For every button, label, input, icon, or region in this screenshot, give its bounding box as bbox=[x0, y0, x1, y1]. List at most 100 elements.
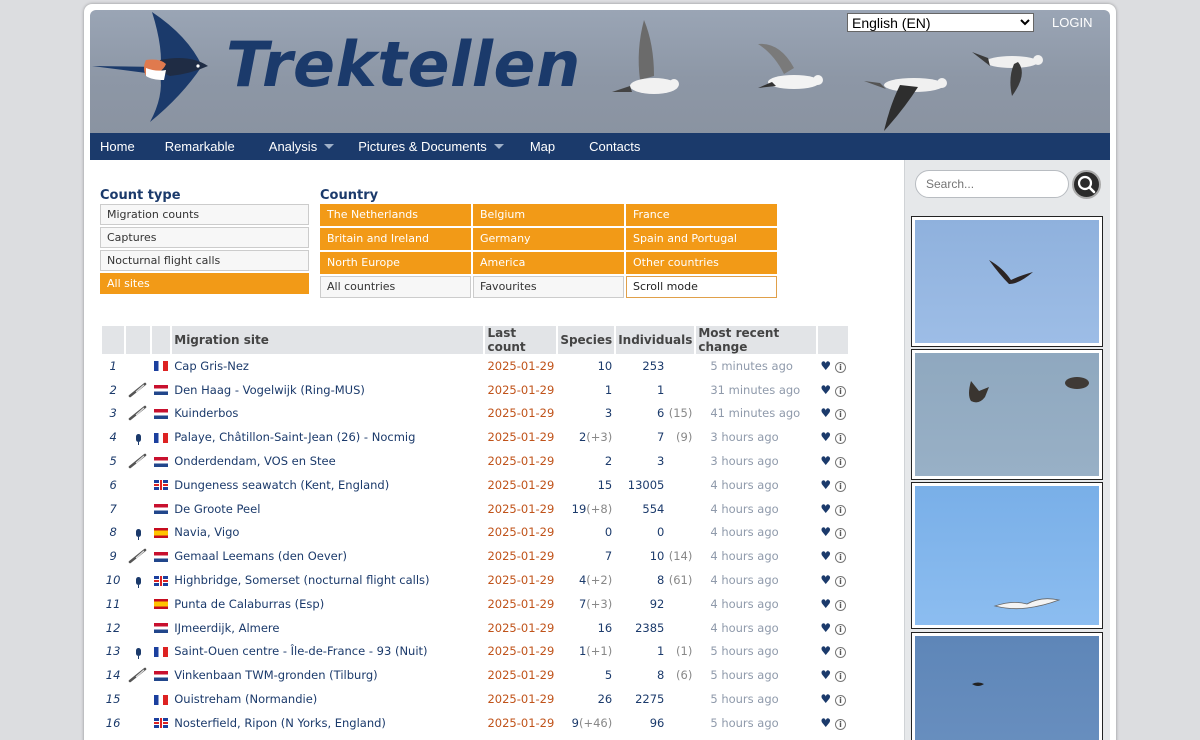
heart-icon[interactable]: ♥ bbox=[820, 525, 831, 539]
row-site-link[interactable]: Gemaal Leemans (den Oever) bbox=[172, 544, 483, 568]
row-site-link[interactable]: Cap Gris-Nez bbox=[172, 354, 483, 378]
row-favourite[interactable]: ♥ i bbox=[818, 497, 848, 521]
nav-remarkable[interactable]: Remarkable bbox=[147, 133, 247, 160]
table-row[interactable]: 4 Palaye, Châtillon-Saint-Jean (26) - Noc… bbox=[102, 425, 848, 449]
count-type-all-sites[interactable]: All sites bbox=[100, 273, 309, 294]
country-all[interactable]: All countries bbox=[320, 276, 471, 298]
country-netherlands[interactable]: The Netherlands bbox=[320, 204, 471, 226]
row-last-count[interactable]: 2025-01-29 bbox=[485, 354, 556, 378]
heart-icon[interactable]: ♥ bbox=[820, 621, 831, 635]
photo-thumbnail[interactable] bbox=[911, 632, 1103, 740]
row-last-count[interactable]: 2025-01-29 bbox=[485, 735, 556, 740]
heart-icon[interactable]: ♥ bbox=[820, 430, 831, 444]
nav-home[interactable]: Home bbox=[90, 133, 147, 160]
info-icon[interactable]: i bbox=[834, 671, 846, 683]
table-row[interactable]: 10 Highbridge, Somerset (nocturnal flight… bbox=[102, 568, 848, 592]
heart-icon[interactable]: ♥ bbox=[820, 597, 831, 611]
search-input[interactable] bbox=[915, 170, 1069, 198]
table-row[interactable]: 3 Kuinderbos 2025-01-29 3 6 (15) 41 minutes ag… bbox=[102, 402, 848, 426]
table-row[interactable]: 5 Onderdendam, VOS en Stee 2025-01-29 2 3 3 h… bbox=[102, 449, 848, 473]
country-america[interactable]: America bbox=[473, 252, 624, 274]
row-favourite[interactable]: ♥ i bbox=[818, 616, 848, 640]
search-button[interactable] bbox=[1072, 170, 1101, 199]
info-icon[interactable]: i bbox=[834, 361, 846, 373]
row-site-link[interactable]: Vinkenbaan TWM-gronden (Tilburg) bbox=[172, 663, 483, 687]
count-type-migration[interactable]: Migration counts bbox=[100, 204, 309, 225]
row-favourite[interactable]: ♥ i bbox=[818, 473, 848, 497]
table-row[interactable]: 15 Ouistreham (Normandie) 2025-01-29 26 2275… bbox=[102, 687, 848, 711]
row-favourite[interactable]: ♥ i bbox=[818, 568, 848, 592]
table-row[interactable]: 9 Gemaal Leemans (den Oever) 2025-01-29 7 10… bbox=[102, 544, 848, 568]
row-site-link[interactable]: Kuinderbos bbox=[172, 402, 483, 426]
info-icon[interactable]: i bbox=[834, 457, 846, 469]
heart-icon[interactable]: ♥ bbox=[820, 549, 831, 563]
country-favourites[interactable]: Favourites bbox=[473, 276, 624, 298]
heart-icon[interactable]: ♥ bbox=[820, 668, 831, 682]
nav-pictures-documents[interactable]: Pictures & Documents bbox=[346, 133, 516, 160]
heart-icon[interactable]: ♥ bbox=[820, 644, 831, 658]
row-last-count[interactable]: 2025-01-29 bbox=[485, 521, 556, 545]
row-favourite[interactable]: ♥ i bbox=[818, 663, 848, 687]
table-row[interactable]: 6 Dungeness seawatch (Kent, England) 2025-… bbox=[102, 473, 848, 497]
table-row[interactable]: 13 Saint-Ouen centre - Île-de-France - 93… bbox=[102, 640, 848, 664]
row-favourite[interactable]: ♥ i bbox=[818, 544, 848, 568]
row-favourite[interactable]: ♥ i bbox=[818, 354, 848, 378]
heart-icon[interactable]: ♥ bbox=[820, 406, 831, 420]
row-site-link[interactable]: De Groote Peel bbox=[172, 497, 483, 521]
col-individuals-header[interactable]: Individuals bbox=[616, 326, 695, 354]
heart-icon[interactable]: ♥ bbox=[820, 692, 831, 706]
row-site-link[interactable]: Onderdendam, VOS en Stee bbox=[172, 449, 483, 473]
row-favourite[interactable]: ♥ i bbox=[818, 378, 848, 402]
heart-icon[interactable]: ♥ bbox=[820, 502, 831, 516]
info-icon[interactable]: i bbox=[834, 623, 846, 635]
col-site-header[interactable]: Migration site bbox=[172, 326, 484, 354]
photo-thumbnail[interactable] bbox=[911, 349, 1103, 480]
row-last-count[interactable]: 2025-01-29 bbox=[485, 640, 556, 664]
heart-icon[interactable]: ♥ bbox=[820, 478, 831, 492]
table-row[interactable]: 12 IJmeerdijk, Almere 2025-01-29 16 2385 4 ho… bbox=[102, 616, 848, 640]
nav-contacts[interactable]: Contacts bbox=[567, 133, 652, 160]
col-species-header[interactable]: Species bbox=[558, 326, 615, 354]
row-last-count[interactable]: 2025-01-29 bbox=[485, 616, 556, 640]
heart-icon[interactable]: ♥ bbox=[820, 359, 831, 373]
country-germany[interactable]: Germany bbox=[473, 228, 624, 250]
country-britain-ireland[interactable]: Britain and Ireland bbox=[320, 228, 471, 250]
row-last-count[interactable]: 2025-01-29 bbox=[485, 378, 556, 402]
heart-icon[interactable]: ♥ bbox=[820, 454, 831, 468]
info-icon[interactable]: i bbox=[834, 480, 846, 492]
photo-thumbnail[interactable] bbox=[911, 216, 1103, 347]
info-icon[interactable]: i bbox=[834, 695, 846, 707]
row-site-link[interactable]: Nosterfield, Ripon (N Yorks, England) bbox=[172, 711, 483, 735]
row-favourite[interactable]: ♥ i bbox=[818, 592, 848, 616]
row-favourite[interactable]: ♥ i bbox=[818, 521, 848, 545]
row-site-link[interactable]: Punta de Calaburras (Esp) bbox=[172, 592, 483, 616]
info-icon[interactable]: i bbox=[834, 576, 846, 588]
count-type-nocturnal[interactable]: Nocturnal flight calls bbox=[100, 250, 309, 271]
row-favourite[interactable]: ♥ i bbox=[818, 735, 848, 740]
table-row[interactable]: 8 Navia, Vigo 2025-01-29 0 0 4 hours ago ♥ i bbox=[102, 521, 848, 545]
row-site-link[interactable]: Saint-Ouen centre - Île-de-France - 93 (… bbox=[172, 640, 483, 664]
heart-icon[interactable]: ♥ bbox=[820, 573, 831, 587]
count-type-captures[interactable]: Captures bbox=[100, 227, 309, 248]
info-icon[interactable]: i bbox=[834, 718, 846, 730]
row-favourite[interactable]: ♥ i bbox=[818, 711, 848, 735]
row-last-count[interactable]: 2025-01-29 bbox=[485, 473, 556, 497]
info-icon[interactable]: i bbox=[834, 504, 846, 516]
row-last-count[interactable]: 2025-01-29 bbox=[485, 592, 556, 616]
row-favourite[interactable]: ♥ i bbox=[818, 425, 848, 449]
info-icon[interactable]: i bbox=[834, 433, 846, 445]
login-link[interactable]: LOGIN bbox=[1052, 15, 1092, 30]
row-last-count[interactable]: 2025-01-29 bbox=[485, 687, 556, 711]
info-icon[interactable]: i bbox=[834, 409, 846, 421]
col-last-count-header[interactable]: Last count bbox=[485, 326, 557, 354]
table-row[interactable]: 7 De Groote Peel 2025-01-29 19(+8) 554 4 hour… bbox=[102, 497, 848, 521]
nav-analysis[interactable]: Analysis bbox=[247, 133, 346, 160]
row-site-link[interactable]: Navia, Vigo bbox=[172, 521, 483, 545]
info-icon[interactable]: i bbox=[834, 385, 846, 397]
table-row[interactable]: 2 Den Haag - Vogelwijk (Ring-MUS) 2025-01-… bbox=[102, 378, 848, 402]
row-site-link[interactable]: IJmeerdijk, Almere bbox=[172, 616, 483, 640]
row-favourite[interactable]: ♥ i bbox=[818, 687, 848, 711]
country-france[interactable]: France bbox=[626, 204, 777, 226]
row-last-count[interactable]: 2025-01-29 bbox=[485, 544, 556, 568]
table-row[interactable]: 1 Cap Gris-Nez 2025-01-29 10 253 5 minutes ag… bbox=[102, 354, 848, 378]
